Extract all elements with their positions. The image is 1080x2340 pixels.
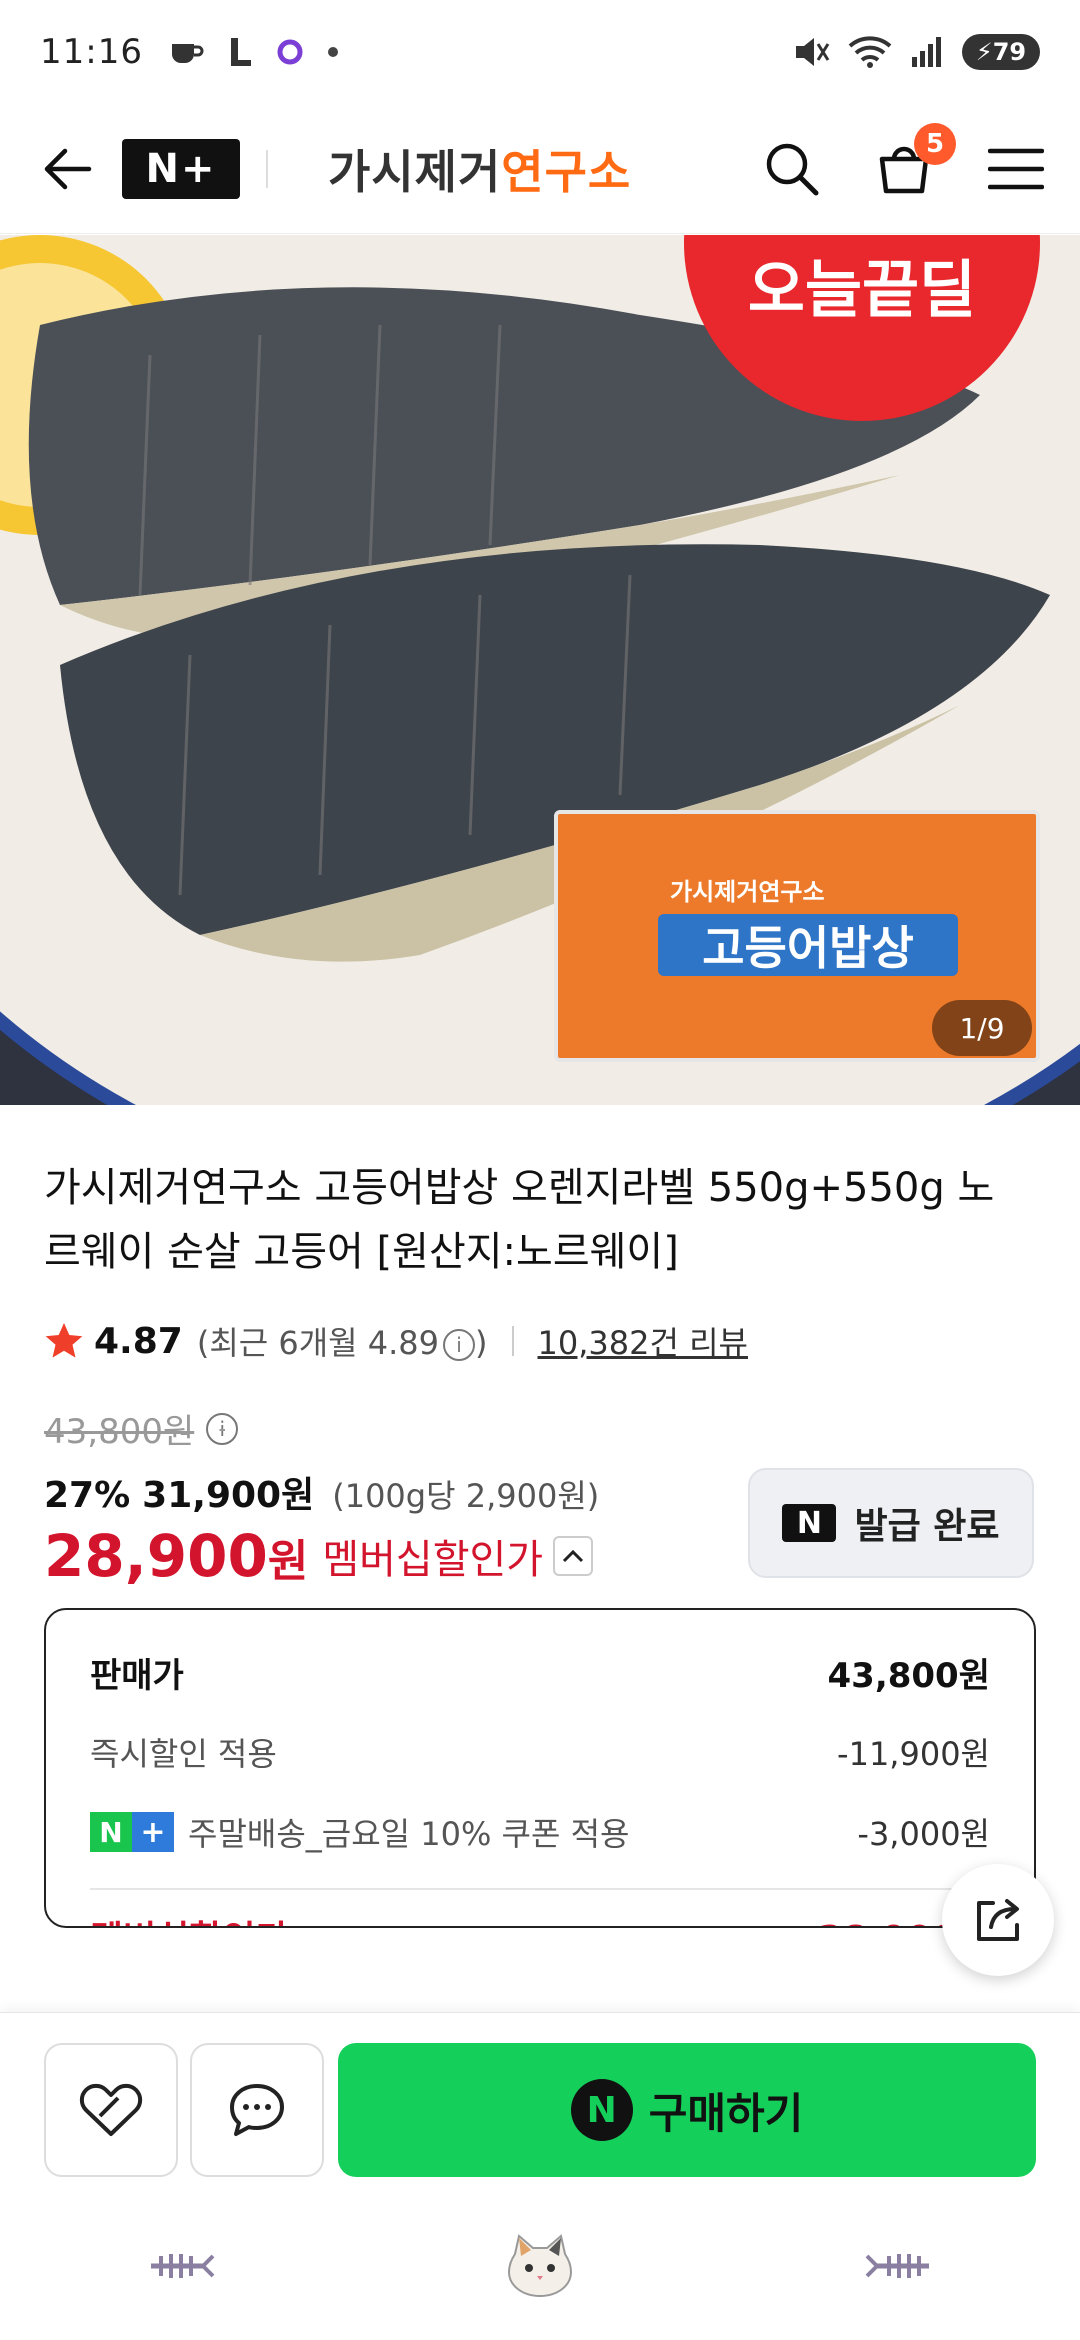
breakdown-row-coupon: N + 주말배송_금요일 10% 쿠폰 적용 -3,000원	[90, 1792, 990, 1872]
review-count-link[interactable]: 10,382건 리뷰	[538, 1318, 748, 1364]
buy-button-label: 구매하기	[648, 2088, 804, 2138]
breakdown-row-list-price: 판매가 43,800원	[90, 1632, 990, 1712]
breakdown-label: 주말배송_금요일 10% 쿠폰 적용	[188, 1815, 630, 1853]
sale-price: 31,900원	[142, 1475, 315, 1516]
store-name-accent: 연구소	[501, 144, 632, 199]
recent-rating-text: (최근 6개월 4.89	[196, 1324, 440, 1362]
info-icon[interactable]: i	[443, 1329, 476, 1361]
breakdown-value: -11,900원	[837, 1735, 990, 1773]
search-icon	[766, 143, 819, 195]
fishbone-back-icon[interactable]	[145, 2246, 215, 2286]
nplus-logo[interactable]: N+	[122, 138, 240, 199]
fishbone-recent-icon[interactable]	[865, 2246, 935, 2286]
recent-rating: (최근 6개월 4.89 i)	[197, 1318, 488, 1364]
back-button[interactable]	[32, 134, 102, 204]
search-button[interactable]	[760, 137, 824, 201]
breakdown-coupon-label-wrap: N + 주말배송_금요일 10% 쿠폰 적용	[90, 1809, 629, 1855]
coupon-issued-button[interactable]: N 발급 완료	[748, 1468, 1034, 1578]
nplus-badge-icon: N +	[90, 1812, 174, 1852]
breakdown-divider	[90, 1888, 990, 1890]
status-bar: 11:16 ⚡ 79	[0, 0, 1080, 104]
member-price-row: 28,900원 멤버십할인가	[44, 1522, 594, 1590]
package-brand: 가시제거연구소	[670, 878, 825, 906]
naver-n-icon: N	[782, 1504, 837, 1542]
dot-icon	[327, 47, 338, 57]
header-actions: 5	[760, 122, 1048, 201]
circle-app-icon	[277, 39, 303, 65]
breakdown-value: 43,800원	[827, 1655, 990, 1696]
store-name[interactable]: 가시제거연구소	[328, 136, 631, 202]
rating-separator	[511, 1326, 514, 1356]
store-name-main: 가시제거	[328, 144, 502, 199]
battery-bolt-icon: ⚡	[975, 38, 993, 66]
talk-button[interactable]	[190, 2043, 324, 2177]
status-time: 11:16	[40, 32, 143, 72]
cat-home-icon[interactable]	[505, 2234, 575, 2298]
image-counter: 1/9	[932, 1000, 1032, 1056]
coupon-issued-label: 발급 완료	[854, 1506, 1000, 1547]
rating-row: 4.87 (최근 6개월 4.89 i) 10,382건 리뷰	[44, 1318, 748, 1364]
app-header: N+ 가시제거연구소 5	[0, 104, 1080, 234]
chat-bubble-icon	[230, 2084, 284, 2136]
price-breakdown-card: 판매가 43,800원 즉시할인 적용 -11,900원 N + 주말배송_금요일…	[44, 1608, 1036, 1928]
breakdown-label: 즉시할인 적용	[90, 1735, 277, 1773]
hamburger-menu-icon	[988, 148, 1044, 189]
cart-button[interactable]: 5	[872, 122, 956, 201]
status-notification-icons	[169, 36, 339, 68]
back-arrow-icon	[44, 148, 92, 189]
breakdown-label: 판매가	[90, 1655, 184, 1696]
signal-icon	[912, 37, 941, 67]
unit-price: (100g당 2,900원)	[332, 1477, 600, 1515]
coffee-icon	[171, 44, 204, 63]
star-icon	[45, 1323, 83, 1358]
breakdown-row-instant-discount: 즉시할인 적용 -11,900원	[90, 1712, 990, 1792]
original-price: 43,800원	[44, 1412, 195, 1452]
member-price-label: 멤버십할인가	[322, 1537, 544, 1583]
wifi-icon	[848, 36, 892, 68]
menu-button[interactable]	[984, 137, 1048, 201]
mute-icon	[796, 38, 830, 66]
system-nav-bar	[0, 2192, 1080, 2340]
price-info-icon[interactable]: i	[206, 1412, 239, 1445]
breakdown-value: -3,000원	[857, 1815, 990, 1853]
sale-price-row: 27% 31,900원 (100g당 2,900원)	[44, 1466, 599, 1518]
l-app-icon	[230, 38, 251, 66]
naver-pay-n-icon: N	[570, 2079, 633, 2141]
share-icon	[977, 1899, 1019, 1941]
product-image-carousel[interactable]: 오늘끝딜 가시제거연구소 고등어밥상 1/9	[0, 235, 1080, 1105]
product-title: 가시제거연구소 고등어밥상 오렌지라벨 550g+550g 노르웨이 순살 고등…	[44, 1165, 995, 1275]
rating-score: 4.87	[94, 1320, 183, 1362]
discount-rate: 27%	[44, 1475, 131, 1516]
battery-level: 79	[992, 38, 1027, 66]
member-price-unit: 원	[267, 1536, 309, 1587]
breakdown-member-label: 멤버십할인가	[90, 1910, 289, 1926]
member-price-number: 28,900	[44, 1522, 268, 1590]
share-button[interactable]	[942, 1864, 1054, 1976]
wishlist-button[interactable]	[44, 2043, 178, 2177]
original-price-row: 43,800원 i	[44, 1404, 239, 1453]
member-price: 28,900원	[44, 1522, 308, 1590]
header-divider	[266, 149, 268, 188]
heart-icon	[79, 2083, 143, 2136]
battery-indicator: ⚡ 79	[962, 34, 1040, 70]
breakdown-row-member-price: 멤버십할인가 28,900원	[90, 1896, 990, 1926]
cart-count-badge: 5	[914, 122, 956, 165]
package-title: 고등어밥상	[658, 914, 958, 976]
status-right: ⚡ 79	[792, 34, 1040, 70]
buy-button[interactable]: N 구매하기	[338, 2043, 1036, 2177]
bottom-action-bar: N 구매하기	[0, 2012, 1080, 2192]
chevron-up-icon	[563, 1549, 584, 1563]
collapse-breakdown-button[interactable]	[553, 1536, 594, 1576]
recent-rating-close: )	[475, 1324, 488, 1362]
